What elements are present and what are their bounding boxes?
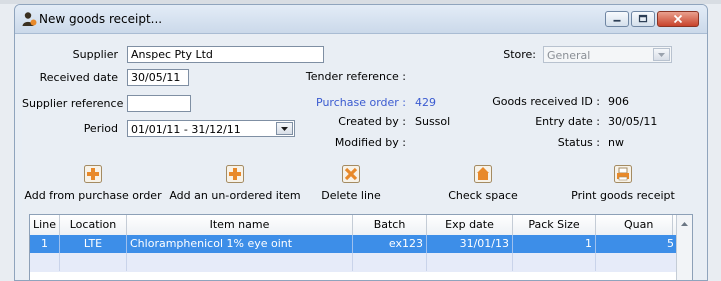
store-value: General (547, 49, 591, 62)
created-by-label: Created by : (338, 115, 406, 128)
period-value: 01/01/11 - 31/12/11 (131, 123, 241, 136)
received-date-label: Received date (39, 71, 118, 84)
column-header-line[interactable]: Line (30, 215, 60, 235)
supplier-field[interactable] (127, 46, 324, 63)
tender-reference-label: Tender reference : (305, 70, 406, 83)
check-space-icon (474, 165, 492, 183)
scroll-up-icon[interactable] (677, 217, 692, 231)
add-icon (84, 165, 102, 183)
empty-cell (513, 253, 596, 271)
goods-receipt-window: New goods receipt... Supplier Received d… (14, 4, 708, 281)
table-header: Line Location Item name Batch Exp date P… (30, 215, 692, 236)
status-label: Status : (557, 136, 600, 149)
cell-exp-date: 31/01/13 (427, 235, 513, 253)
form-area: Supplier Received date Supplier referenc… (22, 34, 700, 280)
minimize-button[interactable] (605, 11, 629, 27)
modified-by-label: Modified by : (334, 136, 406, 149)
add-from-purchase-order-label: Add from purchase order (24, 189, 162, 202)
window-title: New goods receipt... (39, 12, 163, 26)
app-person-icon (22, 12, 37, 26)
receipt-lines-table[interactable]: Line Location Item name Batch Exp date P… (29, 214, 693, 280)
goods-received-id-label: Goods received ID : (492, 95, 600, 108)
column-header-item-name[interactable]: Item name (127, 215, 353, 235)
table-row-empty[interactable] (30, 253, 677, 272)
column-header-quantity[interactable]: Quan (596, 215, 673, 235)
title-bar[interactable]: New goods receipt... (15, 5, 707, 34)
supplier-reference-label: Supplier reference (22, 97, 124, 110)
purchase-order-value[interactable]: 429 (415, 96, 436, 109)
supplier-label: Supplier (72, 48, 118, 61)
entry-date-label: Entry date : (535, 115, 600, 128)
received-date-field[interactable] (127, 69, 189, 86)
print-goods-receipt-label: Print goods receipt (571, 189, 675, 202)
empty-cell (427, 253, 513, 271)
store-select: General (543, 46, 672, 63)
cell-pack-size: 1 (513, 235, 596, 253)
cell-item-name: Chloramphenicol 1% eye oint (127, 235, 353, 253)
purchase-order-label[interactable]: Purchase order : (262, 96, 406, 109)
table-vertical-scrollbar[interactable] (676, 215, 692, 280)
chevron-down-icon (658, 53, 665, 57)
store-label: Store: (503, 48, 536, 61)
check-space-label: Check space (448, 189, 518, 202)
minimize-icon (613, 19, 621, 22)
empty-cell (30, 253, 60, 271)
empty-cell (127, 253, 353, 271)
column-header-batch[interactable]: Batch (353, 215, 427, 235)
add-icon (226, 165, 244, 183)
created-by-value: Sussol (415, 115, 451, 128)
supplier-reference-field[interactable] (127, 95, 191, 112)
close-icon (673, 14, 683, 24)
delete-line-button[interactable]: Delete line (318, 165, 384, 207)
empty-cell (353, 253, 427, 271)
empty-cell (60, 253, 127, 271)
add-unordered-item-label: Add an un-ordered item (169, 189, 301, 202)
cell-quantity: 5 (667, 237, 674, 250)
column-header-exp-date[interactable]: Exp date (427, 215, 513, 235)
cell-batch: ex123 (353, 235, 427, 253)
add-unordered-item-button[interactable]: Add an un-ordered item (168, 165, 302, 207)
print-icon (614, 165, 632, 183)
cell-line: 1 (30, 235, 60, 253)
delete-icon (342, 165, 360, 183)
check-space-button[interactable]: Check space (448, 165, 518, 207)
print-goods-receipt-button[interactable]: Print goods receipt (568, 165, 678, 207)
delete-line-label: Delete line (321, 189, 381, 202)
maximize-icon (638, 14, 648, 23)
maximize-button[interactable] (631, 11, 655, 27)
column-header-pack-size[interactable]: Pack Size (513, 215, 596, 235)
column-header-location[interactable]: Location (60, 215, 127, 235)
cell-location: LTE (60, 235, 127, 253)
store-dropdown-button (653, 48, 670, 61)
goods-received-id-value: 906 (608, 95, 629, 108)
entry-date-value: 30/05/11 (608, 115, 658, 128)
table-row[interactable]: 1 LTE Chloramphenicol 1% eye oint ex123 … (30, 235, 677, 253)
close-button[interactable] (657, 11, 699, 27)
status-value: nw (608, 136, 624, 149)
period-label: Period (83, 122, 118, 135)
add-from-purchase-order-button[interactable]: Add from purchase order (23, 165, 163, 207)
